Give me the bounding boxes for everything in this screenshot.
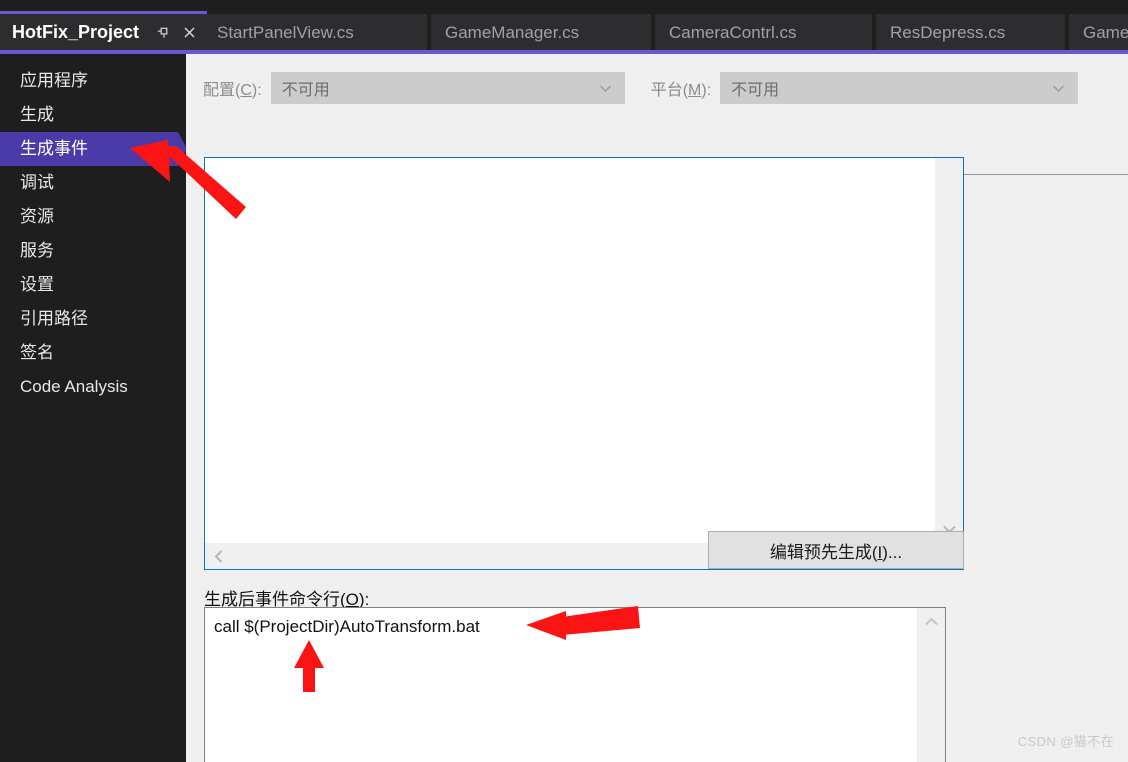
sidebar-item-signing[interactable]: 签名 (0, 336, 186, 370)
platform-mnemonic: M (688, 82, 702, 99)
pin-icon[interactable] (155, 24, 171, 40)
sidebar-item-debug[interactable]: 调试 (0, 166, 186, 200)
platform-value: 不可用 (731, 82, 780, 99)
editor-tab-strip: HotFix_Project StartPanelView.cs GameMan… (0, 0, 1128, 54)
tab-actions (155, 24, 197, 40)
edit-pre-build-button[interactable]: 编辑预先生成(I)... (708, 531, 964, 569)
chevron-down-icon (599, 82, 612, 95)
tab-label: CameraContrl.cs (669, 22, 797, 42)
vertical-scroll-track[interactable] (935, 158, 963, 515)
tab-startpanelview-cs[interactable]: StartPanelView.cs (203, 14, 427, 50)
configuration-value: 不可用 (281, 82, 330, 99)
tab-gamemanager-cs[interactable]: GameManager.cs (431, 14, 651, 50)
platform-label: 平台(M): (650, 82, 712, 99)
build-events-pane: 配置(C): 不可用 平台(M): 不可用 编辑预先生成(I)... 生成后事件… (186, 54, 1128, 762)
tab-resdepress-cs[interactable]: ResDepress.cs (876, 14, 1065, 50)
properties-category-sidebar: 应用程序 生成 生成事件 调试 资源 服务 设置 引用路径 签名 Code An… (0, 54, 187, 762)
tab-label: GameManager.cs (445, 22, 580, 42)
pre-build-command-textarea[interactable] (204, 157, 964, 570)
edit-pre-build-label: 编辑预先生成(I)... (769, 542, 903, 562)
tab-label: Game (1083, 22, 1128, 42)
configuration-platform-row: 配置(C): 不可用 平台(M): 不可用 (186, 66, 1128, 110)
post-build-command-textarea[interactable]: call $(ProjectDir)AutoTransform.bat (204, 607, 946, 762)
configuration-label: 配置(C): (203, 82, 262, 99)
scroll-left-icon[interactable] (205, 543, 233, 569)
tab-label: ResDepress.cs (890, 22, 1006, 42)
sidebar-item-application[interactable]: 应用程序 (0, 64, 186, 98)
scroll-up-icon[interactable] (917, 608, 945, 636)
close-icon[interactable] (181, 24, 197, 40)
post-build-command-text: call $(ProjectDir)AutoTransform.bat (214, 617, 480, 636)
sidebar-item-reference-paths[interactable]: 引用路径 (0, 302, 186, 336)
pre-build-vertical-scrollbar[interactable] (935, 158, 963, 543)
vertical-scroll-track[interactable] (917, 636, 945, 762)
sidebar-item-build[interactable]: 生成 (0, 98, 186, 132)
tab-label: StartPanelView.cs (217, 22, 354, 42)
tab-hotfix-project[interactable]: HotFix_Project (0, 11, 208, 53)
tab-label: HotFix_Project (12, 22, 140, 42)
sidebar-item-build-events[interactable]: 生成事件 (0, 132, 187, 166)
sidebar-item-services[interactable]: 服务 (0, 234, 186, 268)
sidebar-item-settings[interactable]: 设置 (0, 268, 186, 302)
tab-game-truncated[interactable]: Game (1069, 14, 1128, 50)
chevron-down-icon (1052, 82, 1065, 95)
sidebar-item-resources[interactable]: 资源 (0, 200, 186, 234)
platform-dropdown[interactable]: 不可用 (720, 72, 1079, 104)
sidebar-item-code-analysis[interactable]: Code Analysis (0, 370, 186, 404)
tab-cameracontrl-cs[interactable]: CameraContrl.cs (655, 14, 872, 50)
visual-studio-project-properties-window: HotFix_Project StartPanelView.cs GameMan… (0, 0, 1128, 762)
configuration-dropdown[interactable]: 不可用 (270, 72, 625, 104)
configuration-mnemonic: C (240, 82, 252, 99)
post-build-vertical-scrollbar[interactable] (917, 608, 945, 762)
csdn-watermark: CSDN @猫不在 (1017, 734, 1114, 749)
